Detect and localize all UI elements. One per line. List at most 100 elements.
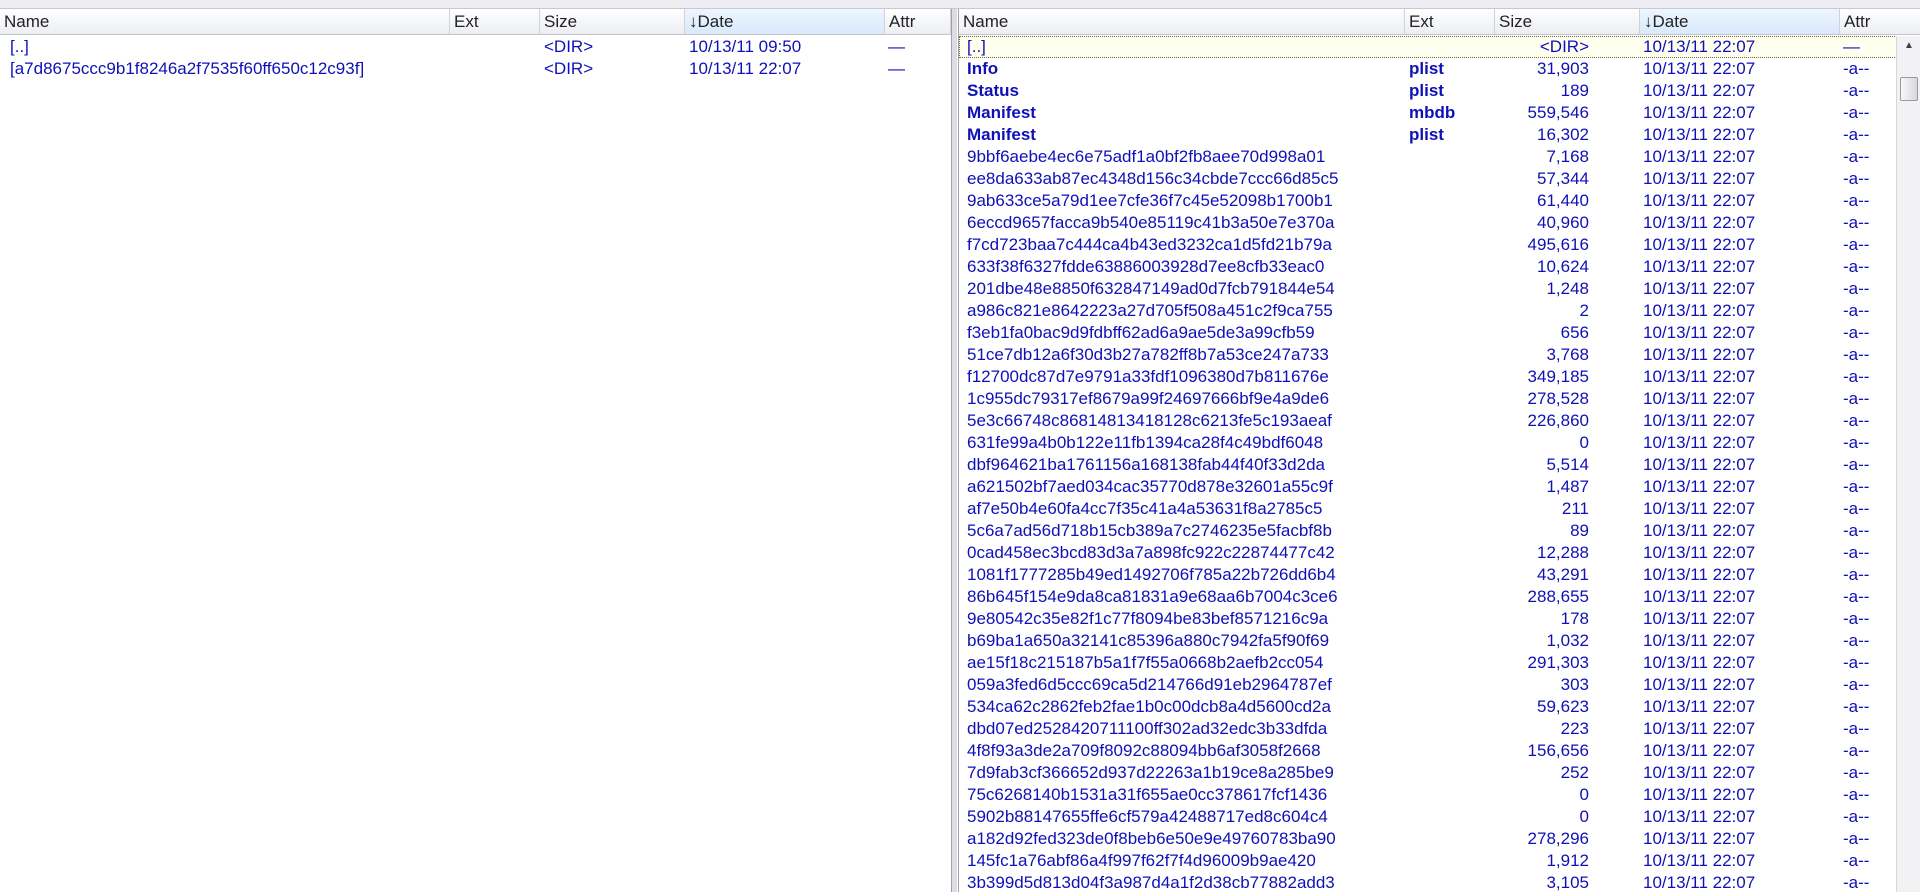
file-name: [..] xyxy=(967,37,986,56)
file-attr: -a-- xyxy=(1843,675,1870,694)
column-ext[interactable]: Ext xyxy=(1405,9,1495,34)
file-name: ae15f18c215187b5a1f7f55a0668b2aefb2cc054 xyxy=(967,653,1324,672)
list-item[interactable]: 4f8f93a3de2a709f8092c88094bb6af3058f2668… xyxy=(959,740,1920,762)
file-attr: -a-- xyxy=(1843,147,1870,166)
file-name: Manifest xyxy=(967,125,1036,144)
scrollbar-thumb[interactable] xyxy=(1900,77,1918,101)
column-ext[interactable]: Ext xyxy=(450,9,540,34)
list-item[interactable]: 7d9fab3cf366652d937d22263a1b19ce8a285be9… xyxy=(959,762,1920,784)
list-item[interactable]: dbd07ed2528420711100ff302ad32edc3b33dfda… xyxy=(959,718,1920,740)
file-name: a621502bf7aed034cac35770d878e32601a55c9f xyxy=(967,477,1333,496)
file-date: 10/13/11 22:07 xyxy=(1643,697,1756,716)
list-item[interactable]: 201dbe48e8850f632847149ad0d7fcb791844e54… xyxy=(959,278,1920,300)
vertical-scrollbar[interactable]: ▲ xyxy=(1896,36,1920,892)
file-size: <DIR> xyxy=(544,59,594,78)
list-item[interactable]: a621502bf7aed034cac35770d878e32601a55c9f… xyxy=(959,476,1920,498)
scroll-up-icon[interactable]: ▲ xyxy=(1897,36,1920,56)
file-name: 5902b88147655ffe6cf579a42488717ed8c604c4 xyxy=(967,807,1328,826)
list-item[interactable]: 1c955dc79317ef8679a99f24697666bf9e4a9de6… xyxy=(959,388,1920,410)
list-item[interactable]: 51ce7db12a6f30d3b27a782ff8b7a53ce247a733… xyxy=(959,344,1920,366)
list-item[interactable]: 86b645f154e9da8ca81831a9e68aa6b7004c3ce6… xyxy=(959,586,1920,608)
list-item[interactable]: 1081f1777285b49ed1492706f785a22b726dd6b4… xyxy=(959,564,1920,586)
list-item[interactable]: Status plist 189 10/13/11 22:07 -a-- xyxy=(959,80,1920,102)
file-name: 75c6268140b1531a31f655ae0cc378617fcf1436 xyxy=(967,785,1328,804)
list-item[interactable]: f3eb1fa0bac9d9fdbff62ad6a9ae5de3a99cfb59… xyxy=(959,322,1920,344)
list-item[interactable]: b69ba1a650a32141c85396a880c7942fa5f90f69… xyxy=(959,630,1920,652)
left-file-panel[interactable]: Name Ext Size ↓Date Attr [..] <DIR> 10/1… xyxy=(0,9,952,892)
column-name[interactable]: Name xyxy=(0,9,450,34)
file-attr: -a-- xyxy=(1843,851,1870,870)
list-item[interactable]: 9bbf6aebe4ec6e75adf1a0bf2fb8aee70d998a01… xyxy=(959,146,1920,168)
column-date[interactable]: ↓Date xyxy=(1640,9,1840,34)
file-name: 201dbe48e8850f632847149ad0d7fcb791844e54 xyxy=(967,279,1335,298)
list-item[interactable]: 633f38f6327fdde63886003928d7ee8cfb33eac0… xyxy=(959,256,1920,278)
list-item[interactable]: 9e80542c35e82f1c77f8094be83bef8571216c9a… xyxy=(959,608,1920,630)
list-item[interactable]: 9ab633ce5a79d1ee7cfe36f7c45e52098b1700b1… xyxy=(959,190,1920,212)
list-item[interactable]: dbf964621ba1761156a168138fab44f40f33d2da… xyxy=(959,454,1920,476)
list-item[interactable]: a986c821e8642223a27d705f508a451c2f9ca755… xyxy=(959,300,1920,322)
list-item[interactable]: af7e50b4e60fa4cc7f35c41a4a53631f8a2785c5… xyxy=(959,498,1920,520)
right-file-panel[interactable]: Name Ext Size ↓Date Attr [..] <DIR> 10/13/… xyxy=(958,9,1920,892)
list-item[interactable]: Manifest mbdb 559,546 10/13/11 22:07 -a-- xyxy=(959,102,1920,124)
file-size: 59,623 xyxy=(1537,697,1589,716)
file-ext xyxy=(1409,850,1489,872)
column-size[interactable]: Size xyxy=(540,9,685,34)
list-item[interactable]: 5e3c66748c86814813418128c6213fe5c193aeaf… xyxy=(959,410,1920,432)
file-name: Status xyxy=(967,81,1019,100)
file-ext xyxy=(1409,542,1489,564)
list-item[interactable]: 75c6268140b1531a31f655ae0cc378617fcf1436… xyxy=(959,784,1920,806)
file-date: 10/13/11 22:07 xyxy=(1643,389,1756,408)
list-item[interactable]: [..] <DIR> 10/13/11 22:07 — xyxy=(959,36,1920,58)
file-attr: -a-- xyxy=(1843,169,1870,188)
list-item[interactable]: 5c6a7ad56d718b15cb389a7c2746235e5facbf8b… xyxy=(959,520,1920,542)
list-item[interactable]: f7cd723baa7c444ca4b43ed3232ca1d5fd21b79a… xyxy=(959,234,1920,256)
list-item[interactable]: Manifest plist 16,302 10/13/11 22:07 -a-- xyxy=(959,124,1920,146)
file-ext xyxy=(1409,322,1489,344)
list-item[interactable]: ee8da633ab87ec4348d156c34cbde7ccc66d85c5… xyxy=(959,168,1920,190)
file-attr: -a-- xyxy=(1843,367,1870,386)
list-item[interactable]: 3b399d5d813d04f3a987d4a1f2d38cb77882add3… xyxy=(959,872,1920,892)
file-attr: -a-- xyxy=(1843,653,1870,672)
column-date[interactable]: ↓Date xyxy=(685,9,885,34)
list-item[interactable]: 5902b88147655ffe6cf579a42488717ed8c604c4… xyxy=(959,806,1920,828)
list-item[interactable]: f12700dc87d7e9791a33fdf1096380d7b811676e… xyxy=(959,366,1920,388)
list-item[interactable]: 145fc1a76abf86a4f997f62f7f4d96009b9ae420… xyxy=(959,850,1920,872)
file-ext xyxy=(1409,410,1489,432)
list-item[interactable]: ae15f18c215187b5a1f7f55a0668b2aefb2cc054… xyxy=(959,652,1920,674)
list-item[interactable]: 0cad458ec3bcd83d3a7a898fc922c22874477c42… xyxy=(959,542,1920,564)
list-item[interactable]: 631fe99a4b0b122e11fb1394ca28f4c49bdf6048… xyxy=(959,432,1920,454)
list-item[interactable]: 534ca62c2862feb2fae1b0c00dcb8a4d5600cd2a… xyxy=(959,696,1920,718)
file-name: Manifest xyxy=(967,103,1036,122)
file-date: 10/13/11 22:07 xyxy=(1643,279,1756,298)
list-item[interactable]: 059a3fed6d5ccc69ca5d214766d91eb2964787ef… xyxy=(959,674,1920,696)
file-ext xyxy=(1409,564,1489,586)
file-date: 10/13/11 22:07 xyxy=(1643,873,1756,892)
file-ext xyxy=(1409,608,1489,630)
file-size: 40,960 xyxy=(1537,213,1589,232)
file-ext xyxy=(1409,762,1489,784)
file-attr: -a-- xyxy=(1843,719,1870,738)
file-name: 51ce7db12a6f30d3b27a782ff8b7a53ce247a733 xyxy=(967,345,1329,364)
file-attr: -a-- xyxy=(1843,785,1870,804)
panel-splitter[interactable] xyxy=(952,9,957,892)
file-size: 43,291 xyxy=(1537,565,1589,584)
list-item[interactable]: Info plist 31,903 10/13/11 22:07 -a-- xyxy=(959,58,1920,80)
file-list: [..] <DIR> 10/13/11 22:07 — Info plist 31,903 1… xyxy=(959,36,1920,892)
column-name[interactable]: Name xyxy=(959,9,1405,34)
file-name: 534ca62c2862feb2fae1b0c00dcb8a4d5600cd2a xyxy=(967,697,1331,716)
file-name: 9ab633ce5a79d1ee7cfe36f7c45e52098b1700b1 xyxy=(967,191,1333,210)
file-ext xyxy=(1409,344,1489,366)
column-size[interactable]: Size xyxy=(1495,9,1640,34)
file-name: 5c6a7ad56d718b15cb389a7c2746235e5facbf8b xyxy=(967,521,1332,540)
file-attr: -a-- xyxy=(1843,411,1870,430)
list-item[interactable]: [..] <DIR> 10/13/11 09:50 — xyxy=(0,36,951,58)
list-item[interactable]: [a7d8675ccc9b1f8246a2f7535f60ff650c12c93… xyxy=(0,58,951,80)
list-item[interactable]: 6eccd9657facca9b540e85119c41b3a50e7e370a… xyxy=(959,212,1920,234)
file-ext xyxy=(455,58,545,80)
file-size: 559,546 xyxy=(1527,103,1589,122)
column-attr[interactable]: Attr xyxy=(1840,9,1920,34)
list-item[interactable]: a182d92fed323de0f8beb6e50e9e49760783ba90… xyxy=(959,828,1920,850)
file-date: 10/13/11 22:07 xyxy=(1643,235,1756,254)
file-attr: -a-- xyxy=(1843,103,1870,122)
column-attr[interactable]: Attr xyxy=(885,9,951,34)
